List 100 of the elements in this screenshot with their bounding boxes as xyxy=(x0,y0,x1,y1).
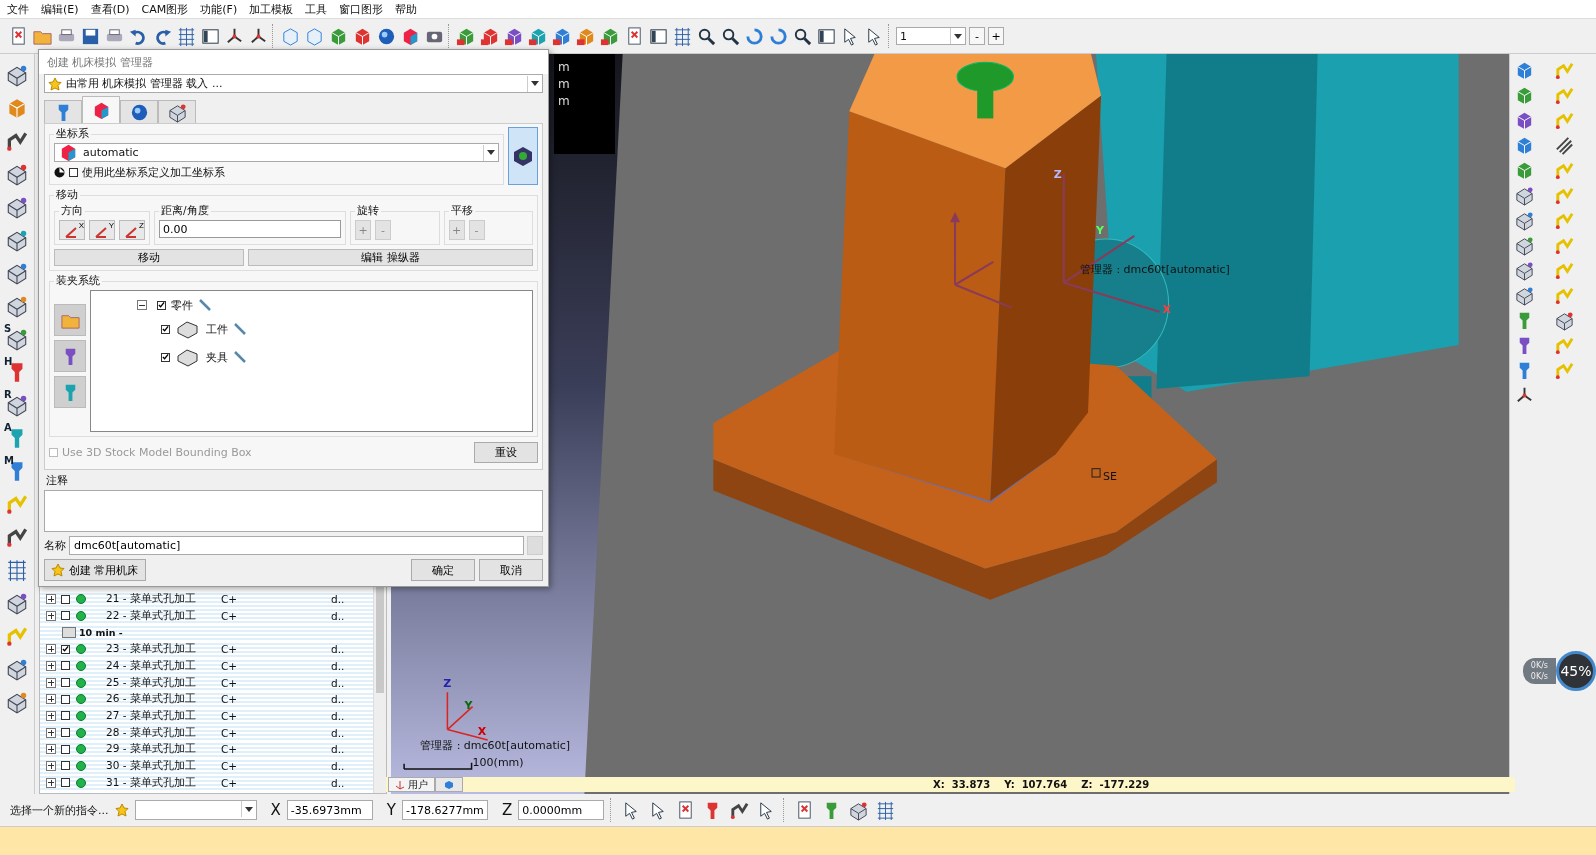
grid-icon[interactable] xyxy=(5,558,29,582)
collapse-icon[interactable] xyxy=(137,300,147,310)
block-icon[interactable] xyxy=(5,228,29,252)
checkbox[interactable] xyxy=(61,711,70,721)
block-icon[interactable] xyxy=(166,101,188,123)
tab[interactable] xyxy=(120,100,158,123)
checkbox[interactable] xyxy=(61,744,70,754)
block-icon[interactable] xyxy=(5,261,29,285)
hatch-icon[interactable] xyxy=(1554,135,1575,156)
axis-button[interactable]: X xyxy=(59,220,85,240)
operation-name[interactable]: 26 - 菜单式孔加工 xyxy=(106,692,221,707)
checkbox[interactable] xyxy=(61,594,70,604)
notes-field[interactable] xyxy=(44,490,543,532)
block-icon[interactable] xyxy=(5,690,29,714)
expand-icon[interactable] xyxy=(46,710,56,721)
checkbox[interactable] xyxy=(161,352,170,362)
grid-icon[interactable] xyxy=(672,25,693,47)
operation-name[interactable]: 22 - 菜单式孔加工 xyxy=(106,608,221,623)
view-tab[interactable]: 用户 xyxy=(388,777,435,792)
zoom-combo[interactable]: 1 xyxy=(896,27,966,45)
checkbox[interactable] xyxy=(61,644,70,654)
block-icon[interactable] xyxy=(5,162,29,186)
menu-item[interactable]: 文件 xyxy=(2,1,34,17)
expand-icon[interactable] xyxy=(46,694,56,705)
checkbox[interactable] xyxy=(61,728,70,738)
axis-button[interactable]: Y xyxy=(89,220,115,240)
block-icon[interactable] xyxy=(5,63,29,87)
block-icon[interactable] xyxy=(1514,260,1535,281)
menu-item[interactable]: 加工模板 xyxy=(244,1,299,17)
tree-item[interactable]: 夹具 xyxy=(206,349,228,365)
checkbox[interactable] xyxy=(61,694,70,704)
expand-icon[interactable] xyxy=(46,760,56,771)
operation-name[interactable]: 31 - 菜单式孔加工 xyxy=(106,775,221,790)
minus-button[interactable]: - xyxy=(969,27,985,45)
create-button[interactable]: 创建 常用机床 xyxy=(44,559,146,581)
coordinate-field[interactable]: -178.6277mm xyxy=(401,800,488,820)
block-icon[interactable] xyxy=(5,294,29,318)
manipulator-button[interactable] xyxy=(508,127,538,185)
operation-name[interactable]: 29 - 菜单式孔加工 xyxy=(106,742,221,757)
expand-icon[interactable] xyxy=(46,660,56,671)
checkbox[interactable] xyxy=(157,300,166,310)
expand-icon[interactable] xyxy=(46,677,56,688)
checkbox[interactable] xyxy=(61,778,70,788)
tree-item[interactable]: 零件 xyxy=(171,297,193,313)
expand-icon[interactable] xyxy=(46,727,56,738)
star-icon[interactable] xyxy=(114,803,129,817)
move-button[interactable]: 移动 xyxy=(54,249,244,266)
block-icon[interactable] xyxy=(1514,285,1535,306)
cancel-button[interactable]: 取消 xyxy=(479,559,543,581)
edit-manipulator-button[interactable]: 编辑 操纵器 xyxy=(248,249,533,266)
operation-name[interactable]: 21 - 菜单式孔加工 xyxy=(106,592,221,607)
plus-button[interactable]: + xyxy=(988,27,1004,45)
operation-name[interactable]: 23 - 菜单式孔加工 xyxy=(106,642,221,657)
menu-item[interactable]: 工具 xyxy=(300,1,333,17)
reset-button[interactable]: 重设 xyxy=(474,442,538,463)
tree-item[interactable]: 工件 xyxy=(206,321,228,337)
name-field[interactable]: dmc60t[automatic] xyxy=(69,536,524,555)
checkbox[interactable] xyxy=(69,168,78,177)
menu-item[interactable]: CAM图形 xyxy=(136,1,194,17)
operation-name[interactable]: 27 - 菜单式孔加工 xyxy=(106,708,221,723)
block-icon[interactable] xyxy=(5,591,29,615)
checkbox[interactable] xyxy=(61,611,70,621)
operation-name[interactable]: 30 - 菜单式孔加工 xyxy=(106,758,221,773)
checkbox[interactable] xyxy=(61,761,70,771)
checkbox[interactable] xyxy=(61,678,70,688)
pencil-icon[interactable] xyxy=(198,298,212,312)
block-icon[interactable] xyxy=(1514,185,1535,206)
distance-field[interactable]: 0.00 xyxy=(159,220,341,238)
expand-icon[interactable] xyxy=(46,610,56,621)
preset-dropdown[interactable]: 由常用 机床模拟 管理器 载入 ... xyxy=(44,74,543,93)
ok-button[interactable]: 确定 xyxy=(411,559,475,581)
operation-name[interactable]: 24 - 菜单式孔加工 xyxy=(106,658,221,673)
axis-button[interactable]: Z xyxy=(119,220,145,240)
menu-item[interactable]: 帮助 xyxy=(390,1,423,17)
expand-icon[interactable] xyxy=(46,644,56,655)
group-label[interactable]: 10 min - xyxy=(79,626,123,638)
block-icon[interactable] xyxy=(1554,310,1575,331)
menu-item[interactable]: 窗口图形 xyxy=(334,1,389,17)
expand-icon[interactable] xyxy=(46,777,56,788)
menu-item[interactable]: 功能(F) xyxy=(195,1,243,17)
expand-icon[interactable] xyxy=(46,744,56,755)
pencil-icon[interactable] xyxy=(233,350,247,364)
grid-icon[interactable] xyxy=(176,25,197,47)
tab[interactable] xyxy=(82,96,120,123)
checkbox[interactable] xyxy=(61,661,70,671)
block-icon[interactable] xyxy=(848,799,870,821)
block-icon[interactable] xyxy=(5,195,29,219)
block-icon[interactable] xyxy=(1514,210,1535,231)
menu-item[interactable]: 编辑(E) xyxy=(36,1,84,17)
coordinate-dropdown[interactable]: automatic xyxy=(54,143,499,162)
coordinate-field[interactable]: -35.6973mm xyxy=(286,800,373,820)
view-tab[interactable] xyxy=(435,777,463,792)
tab[interactable] xyxy=(44,100,82,123)
pencil-icon[interactable] xyxy=(233,322,247,336)
expand-icon[interactable] xyxy=(46,594,56,605)
block-icon[interactable] xyxy=(5,657,29,681)
checkbox-label[interactable]: 使用此坐标系定义加工坐标系 xyxy=(82,165,225,180)
coordinate-field[interactable]: 0.0000mm xyxy=(518,800,605,820)
cube-icon[interactable] xyxy=(304,25,325,47)
block-icon[interactable] xyxy=(1514,235,1535,256)
